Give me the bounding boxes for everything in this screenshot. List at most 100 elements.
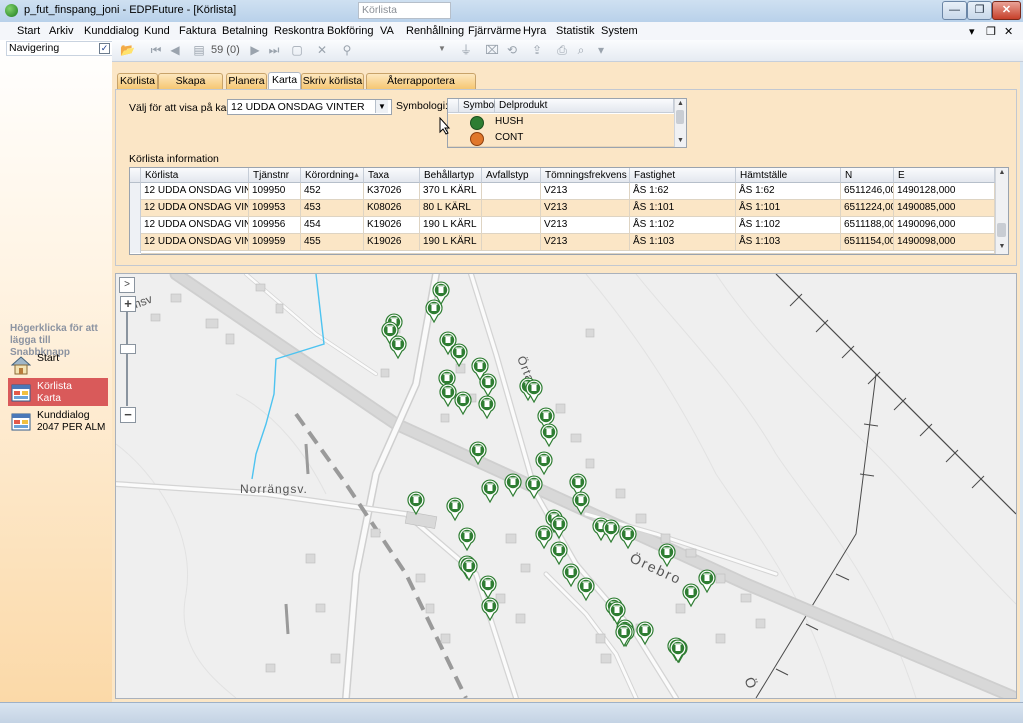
column-header[interactable]: E — [894, 168, 995, 183]
next-record-icon[interactable]: ▶ — [248, 43, 262, 57]
table-cell[interactable]: K08026 — [364, 200, 420, 217]
mdi-menu-dropdown-icon[interactable]: ▾ — [969, 25, 975, 38]
table-cell[interactable]: 454 — [301, 217, 364, 234]
waste-bin-marker-icon[interactable] — [535, 525, 553, 550]
shortcut-start[interactable]: Start — [8, 350, 108, 378]
waste-bin-marker-icon[interactable] — [389, 335, 407, 360]
table-cell[interactable]: 6511246,000 — [841, 183, 894, 200]
scroll-thumb[interactable] — [997, 223, 1006, 237]
route-dropdown[interactable]: 12 UDDA ONSDAG VINTER — [227, 99, 392, 115]
menu-arkiv[interactable]: Arkiv — [49, 25, 73, 37]
menu-start[interactable]: Start — [17, 25, 40, 37]
delete-icon[interactable]: ✕ — [315, 43, 329, 57]
waste-bin-marker-icon[interactable] — [550, 515, 568, 540]
table-cell[interactable] — [482, 200, 541, 217]
table-cell[interactable]: 452 — [301, 183, 364, 200]
column-header[interactable]: Taxa — [364, 168, 420, 183]
column-header[interactable]: Tjänstnr — [249, 168, 301, 183]
document-icon[interactable]: ▤ — [192, 43, 206, 57]
minimize-button[interactable]: — — [942, 1, 967, 20]
table-cell[interactable] — [482, 217, 541, 234]
column-header[interactable]: Körlista — [141, 168, 249, 183]
waste-bin-marker-icon[interactable] — [407, 491, 425, 516]
menu-fjarrvarme[interactable]: Fjärrvärme — [468, 25, 521, 37]
waste-bin-marker-icon[interactable] — [615, 623, 633, 648]
korlista-dropdown[interactable]: Körlista — [358, 2, 451, 19]
waste-bin-marker-icon[interactable] — [454, 391, 472, 416]
menu-reskontra[interactable]: Reskontra — [274, 25, 324, 37]
chevron-down-icon[interactable]: ▼ — [375, 100, 388, 113]
table-cell[interactable]: ÅS 1:103 — [630, 234, 736, 251]
expand-panel-button[interactable]: > — [119, 277, 135, 293]
table-cell[interactable]: ÅS 1:101 — [630, 200, 736, 217]
table-cell[interactable]: ÅS 1:62 — [736, 183, 841, 200]
waste-bin-marker-icon[interactable] — [550, 541, 568, 566]
table-cell[interactable]: ÅS 1:101 — [736, 200, 841, 217]
map-view[interactable]: Norrängsv. Örtags Örebro Ö amsv > + − — [115, 273, 1017, 699]
info-grid-scrollbar[interactable]: ▲ ▼ — [995, 168, 1008, 254]
table-cell[interactable]: 12 UDDA ONSDAG VINTER — [141, 234, 249, 251]
tab-skriv-korlista[interactable]: Skriv körlista — [301, 73, 364, 89]
table-cell[interactable]: 1490098,000 — [894, 234, 995, 251]
symbology-row[interactable]: CONT — [448, 130, 674, 147]
column-header[interactable]: Körordning ▲ — [301, 168, 364, 183]
navigation-pin-checkbox[interactable]: ✓ — [99, 43, 110, 54]
table-cell[interactable]: 109953 — [249, 200, 301, 217]
print-preview-icon[interactable]: ⌕ — [574, 43, 588, 57]
waste-bin-marker-icon[interactable] — [698, 569, 716, 594]
mdi-close-icon[interactable]: ✕ — [1004, 25, 1013, 38]
waste-bin-marker-icon[interactable] — [602, 519, 620, 544]
table-cell[interactable]: 12 UDDA ONSDAG VINTER — [141, 217, 249, 234]
chevron-down-icon[interactable]: ▼ — [438, 44, 446, 53]
table-cell[interactable]: 6511224,000 — [841, 200, 894, 217]
print-icon[interactable]: ⎙ — [555, 43, 569, 57]
table-cell[interactable]: V213 — [541, 183, 630, 200]
column-header[interactable]: N — [841, 168, 894, 183]
open-folder-icon[interactable]: 📂 — [120, 43, 135, 57]
tab-planera[interactable]: Planera — [226, 73, 267, 89]
zoom-slider-track[interactable] — [126, 311, 128, 406]
menu-system[interactable]: System — [601, 25, 638, 37]
waste-bin-marker-icon[interactable] — [535, 451, 553, 476]
waste-bin-marker-icon[interactable] — [504, 473, 522, 498]
refresh-filter-icon[interactable]: ⟲ — [505, 43, 519, 57]
waste-bin-marker-icon[interactable] — [479, 373, 497, 398]
menu-hyra[interactable]: Hyra — [523, 25, 546, 37]
table-cell[interactable]: V213 — [541, 217, 630, 234]
table-cell[interactable]: 6511154,000 — [841, 234, 894, 251]
scroll-up-icon[interactable]: ▲ — [996, 168, 1008, 178]
table-cell[interactable]: K19026 — [364, 234, 420, 251]
zoom-out-button[interactable]: − — [120, 407, 136, 423]
zoom-in-button[interactable]: + — [120, 296, 136, 312]
restore-button[interactable]: ❐ — [967, 1, 992, 20]
tab-skapa-korlista[interactable]: Skapa körlista — [158, 73, 223, 102]
table-cell[interactable]: ÅS 1:62 — [630, 183, 736, 200]
table-cell[interactable]: K37026 — [364, 183, 420, 200]
table-cell[interactable] — [482, 183, 541, 200]
shortcut-kunddialog[interactable]: Kunddialog 2047 PER ALM — [8, 407, 108, 435]
symbology-scrollbar[interactable]: ▲ ▼ — [674, 99, 686, 147]
table-cell[interactable]: ÅS 1:103 — [736, 234, 841, 251]
row-selector-column[interactable] — [130, 183, 141, 253]
menu-bokforing[interactable]: Bokföring — [327, 25, 373, 37]
table-cell[interactable]: 1490096,000 — [894, 217, 995, 234]
table-cell[interactable]: V213 — [541, 234, 630, 251]
waste-bin-marker-icon[interactable] — [481, 597, 499, 622]
waste-bin-marker-icon[interactable] — [577, 577, 595, 602]
scroll-up-icon[interactable]: ▲ — [675, 99, 686, 109]
tab-karta[interactable]: Karta — [268, 72, 301, 90]
tab-aterrapportera-manuellt[interactable]: Återrapportera manuellt — [366, 73, 476, 102]
waste-bin-marker-icon[interactable] — [446, 497, 464, 522]
table-cell[interactable]: 109959 — [249, 234, 301, 251]
waste-bin-marker-icon[interactable] — [450, 343, 468, 368]
table-cell[interactable]: 455 — [301, 234, 364, 251]
menu-betalning[interactable]: Betalning — [222, 25, 268, 37]
clear-filter-icon[interactable]: ⌧ — [485, 43, 499, 57]
table-cell[interactable]: 80 L KÄRL — [420, 200, 482, 217]
waste-bin-marker-icon[interactable] — [478, 395, 496, 420]
waste-bin-marker-icon[interactable] — [439, 383, 457, 408]
scroll-thumb[interactable] — [676, 110, 684, 124]
waste-bin-marker-icon[interactable] — [682, 583, 700, 608]
table-cell[interactable]: 190 L KÄRL — [420, 234, 482, 251]
table-cell[interactable]: ÅS 1:102 — [630, 217, 736, 234]
